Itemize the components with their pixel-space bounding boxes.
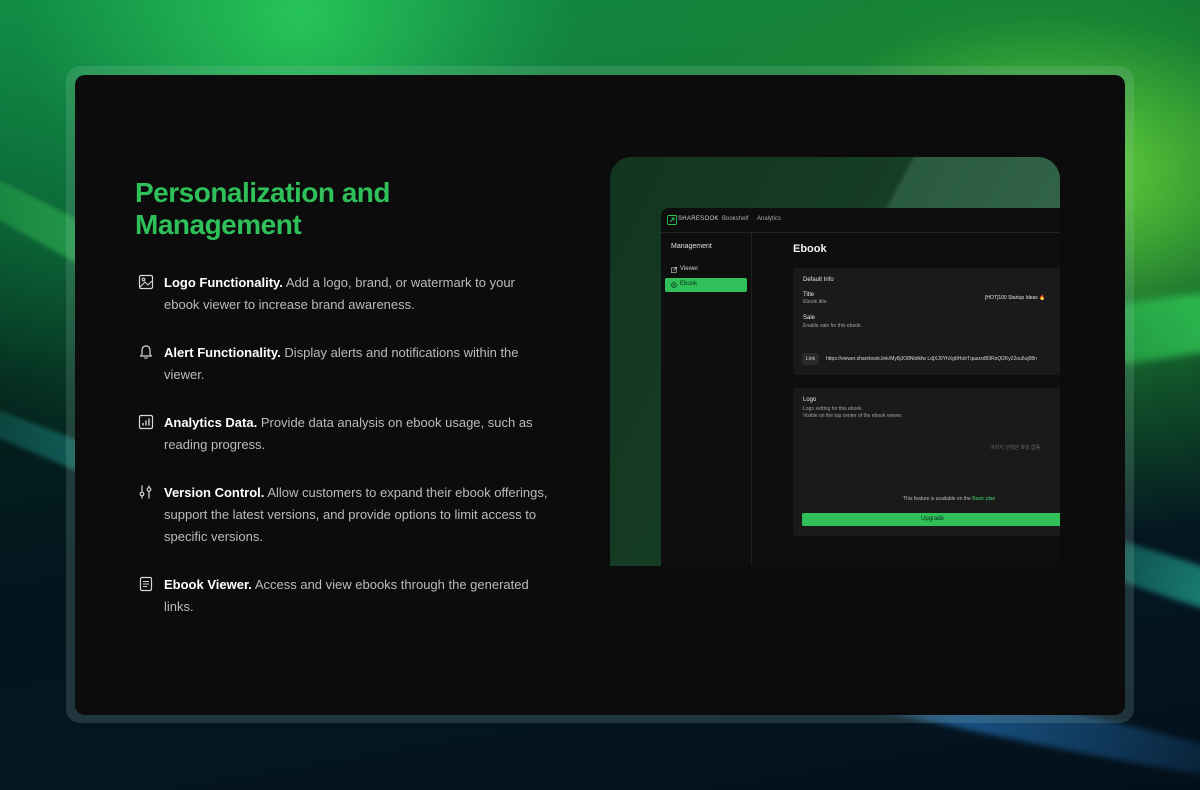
title-label: Title <box>803 292 815 298</box>
link-value[interactable]: https://viewer.sharebook.link/My8jJO8Nlo… <box>826 356 1037 362</box>
feature-logo: Logo Functionality. Add a logo, brand, o… <box>138 272 548 316</box>
upgrade-button[interactable]: Upgrade <box>802 513 1060 526</box>
page-title: Ebook <box>793 243 827 255</box>
link-label: Link <box>802 353 819 365</box>
sidebar-item-ebook[interactable]: Ebook <box>665 278 747 292</box>
feature-title: Analytics Data. <box>164 415 258 430</box>
bell-icon <box>139 345 153 359</box>
title-help: Ebook title. <box>803 299 828 305</box>
brand-name: SHARESOOK <box>678 216 719 222</box>
feature-title: Logo Functionality. <box>164 275 283 290</box>
logo-panel: Logo Logo setting for this ebook. Visibl… <box>793 388 1060 536</box>
sidebar-item-viewer[interactable]: Viewer <box>665 263 747 277</box>
feature-ebook-viewer: Ebook Viewer. Access and view ebooks thr… <box>138 574 548 618</box>
feature-analytics: Analytics Data. Provide data analysis on… <box>138 412 548 456</box>
feature-version-control: Version Control. Allow customers to expa… <box>138 482 548 548</box>
feature-title: Version Control. <box>164 485 265 500</box>
file-input[interactable]: 이미지 선택된 파일 없음 <box>990 444 1040 451</box>
sidebar-title: Management <box>671 243 712 250</box>
gear-icon <box>671 282 677 288</box>
nav-bookshelf[interactable]: Bookshelf <box>722 216 748 222</box>
sharebook-logo-icon <box>667 215 677 225</box>
nav-analytics[interactable]: Analytics <box>757 216 781 222</box>
feature-alert: Alert Functionality. Display alerts and … <box>138 342 548 386</box>
image-icon <box>138 274 154 290</box>
panel-heading: Logo <box>803 397 817 403</box>
sidebar-item-label: Ebook <box>680 281 698 287</box>
section-title: Personalization and Management <box>135 177 391 240</box>
chart-icon <box>138 414 154 430</box>
title-value[interactable]: [HOT]100 Startup Ideas 🔥 <box>985 295 1045 301</box>
basic-plan-link[interactable]: Basic plan <box>972 496 995 502</box>
sidebar-item-label: Viewer <box>680 266 699 272</box>
logo-help: Visible on the top center of the ebook v… <box>803 413 903 419</box>
default-info-panel: Default Info Title Ebook title. [HOT]100… <box>793 268 1060 375</box>
document-icon <box>139 576 153 592</box>
feature-title: Ebook Viewer. <box>164 577 252 592</box>
feature-note: This feature is available on the Basic p… <box>903 496 996 502</box>
sliders-icon <box>139 485 152 499</box>
logo-help: Logo setting for this ebook. <box>803 406 864 412</box>
external-link-icon <box>671 267 677 273</box>
mockup-topbar: SHARESOOK Bookshelf Analytics <box>661 208 1060 233</box>
panel-heading: Default Info <box>803 277 834 283</box>
app-mockup: SHARESOOK Bookshelf Analytics Management… <box>610 157 1060 566</box>
feature-title: Alert Functionality. <box>164 345 281 360</box>
sale-help: Enable sale for this ebook. <box>803 323 862 329</box>
sale-label: Sale <box>803 315 816 321</box>
mockup-sidebar: Management Viewer Ebook <box>661 233 752 566</box>
mockup-window: SHARESOOK Bookshelf Analytics Management… <box>661 208 1060 566</box>
